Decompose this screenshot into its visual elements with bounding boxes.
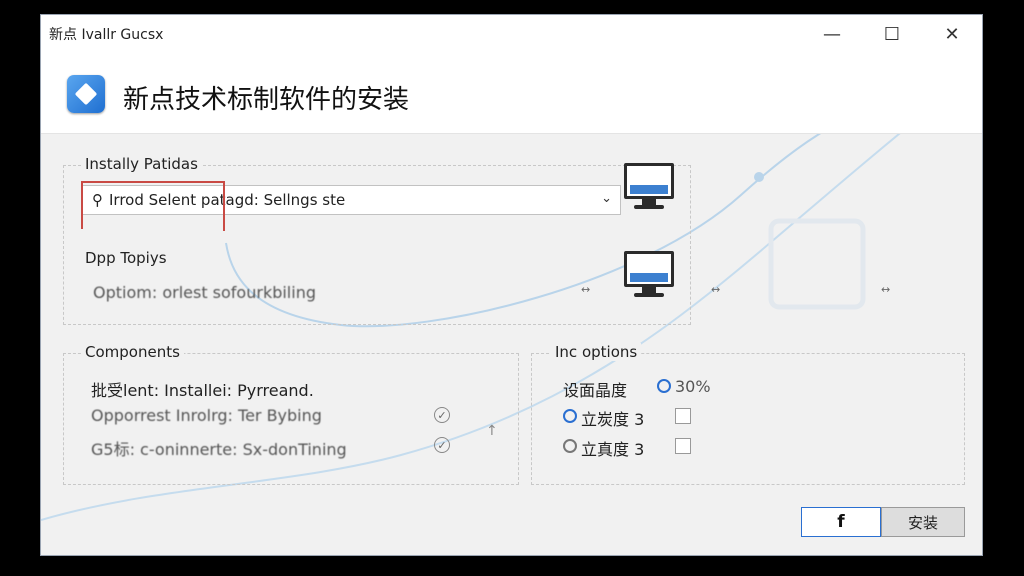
page-title: 新点技术标制软件的安装: [123, 85, 410, 115]
monitor-icon: [624, 251, 678, 303]
arrow-up-icon: ↑: [486, 423, 498, 439]
inc-option-value: 30%: [675, 377, 711, 396]
chevron-down-icon: ⌄: [601, 191, 612, 206]
check-icon[interactable]: ✓: [434, 437, 450, 453]
monitor-icon: [624, 163, 678, 215]
minimize-button[interactable]: —: [802, 15, 862, 53]
primary-button[interactable]: f: [801, 507, 881, 537]
app-logo-icon: [67, 75, 105, 113]
inc-option-checkbox[interactable]: [675, 438, 691, 454]
inc-options-label: Inc options: [551, 343, 642, 361]
dpp-option-text: Optiom: orlest sofourkbiling: [93, 283, 316, 302]
install-button[interactable]: 安装: [881, 507, 965, 537]
red-indicator-line: [223, 181, 225, 231]
inc-option-label: 设面晶度: [563, 381, 628, 400]
dpp-topics-label: Dpp Topiys: [85, 249, 167, 267]
component-item: 批受lent: Installei: Pyrreand.: [91, 381, 314, 400]
inc-option-radio[interactable]: [563, 439, 577, 453]
window-title: 新点 Ivallr Gucsx: [49, 27, 164, 43]
check-icon[interactable]: ✓: [434, 407, 450, 423]
flow-arrow-icon: ↔: [581, 283, 592, 296]
inc-option-label: 立真度 3: [581, 440, 645, 459]
installer-window: 新点 Ivallr Gucsx — ☐ ✕ 新点技术标制软件的安装 Instal…: [40, 14, 983, 556]
inc-option-checkbox[interactable]: [675, 408, 691, 424]
flow-arrow-icon: ↔: [881, 283, 892, 296]
progress-ring-icon: [657, 379, 671, 393]
component-item: G5标: c-oninnerte: Sx-donTining: [91, 440, 347, 459]
header-banner: 新点技术标制软件的安装: [41, 53, 982, 134]
inc-option-label: 立炭度 3: [581, 410, 645, 429]
close-button[interactable]: ✕: [922, 15, 982, 53]
components-label: Components: [81, 343, 184, 361]
component-item: Opporrest Inrolrg: Ter Bybing: [91, 406, 322, 425]
red-highlight-marker: [81, 181, 223, 229]
flow-arrow-icon: ↔: [711, 283, 722, 296]
install-path-label: Instally Patidas: [81, 155, 202, 173]
inc-option-radio[interactable]: [563, 409, 577, 423]
maximize-button[interactable]: ☐: [862, 15, 922, 53]
